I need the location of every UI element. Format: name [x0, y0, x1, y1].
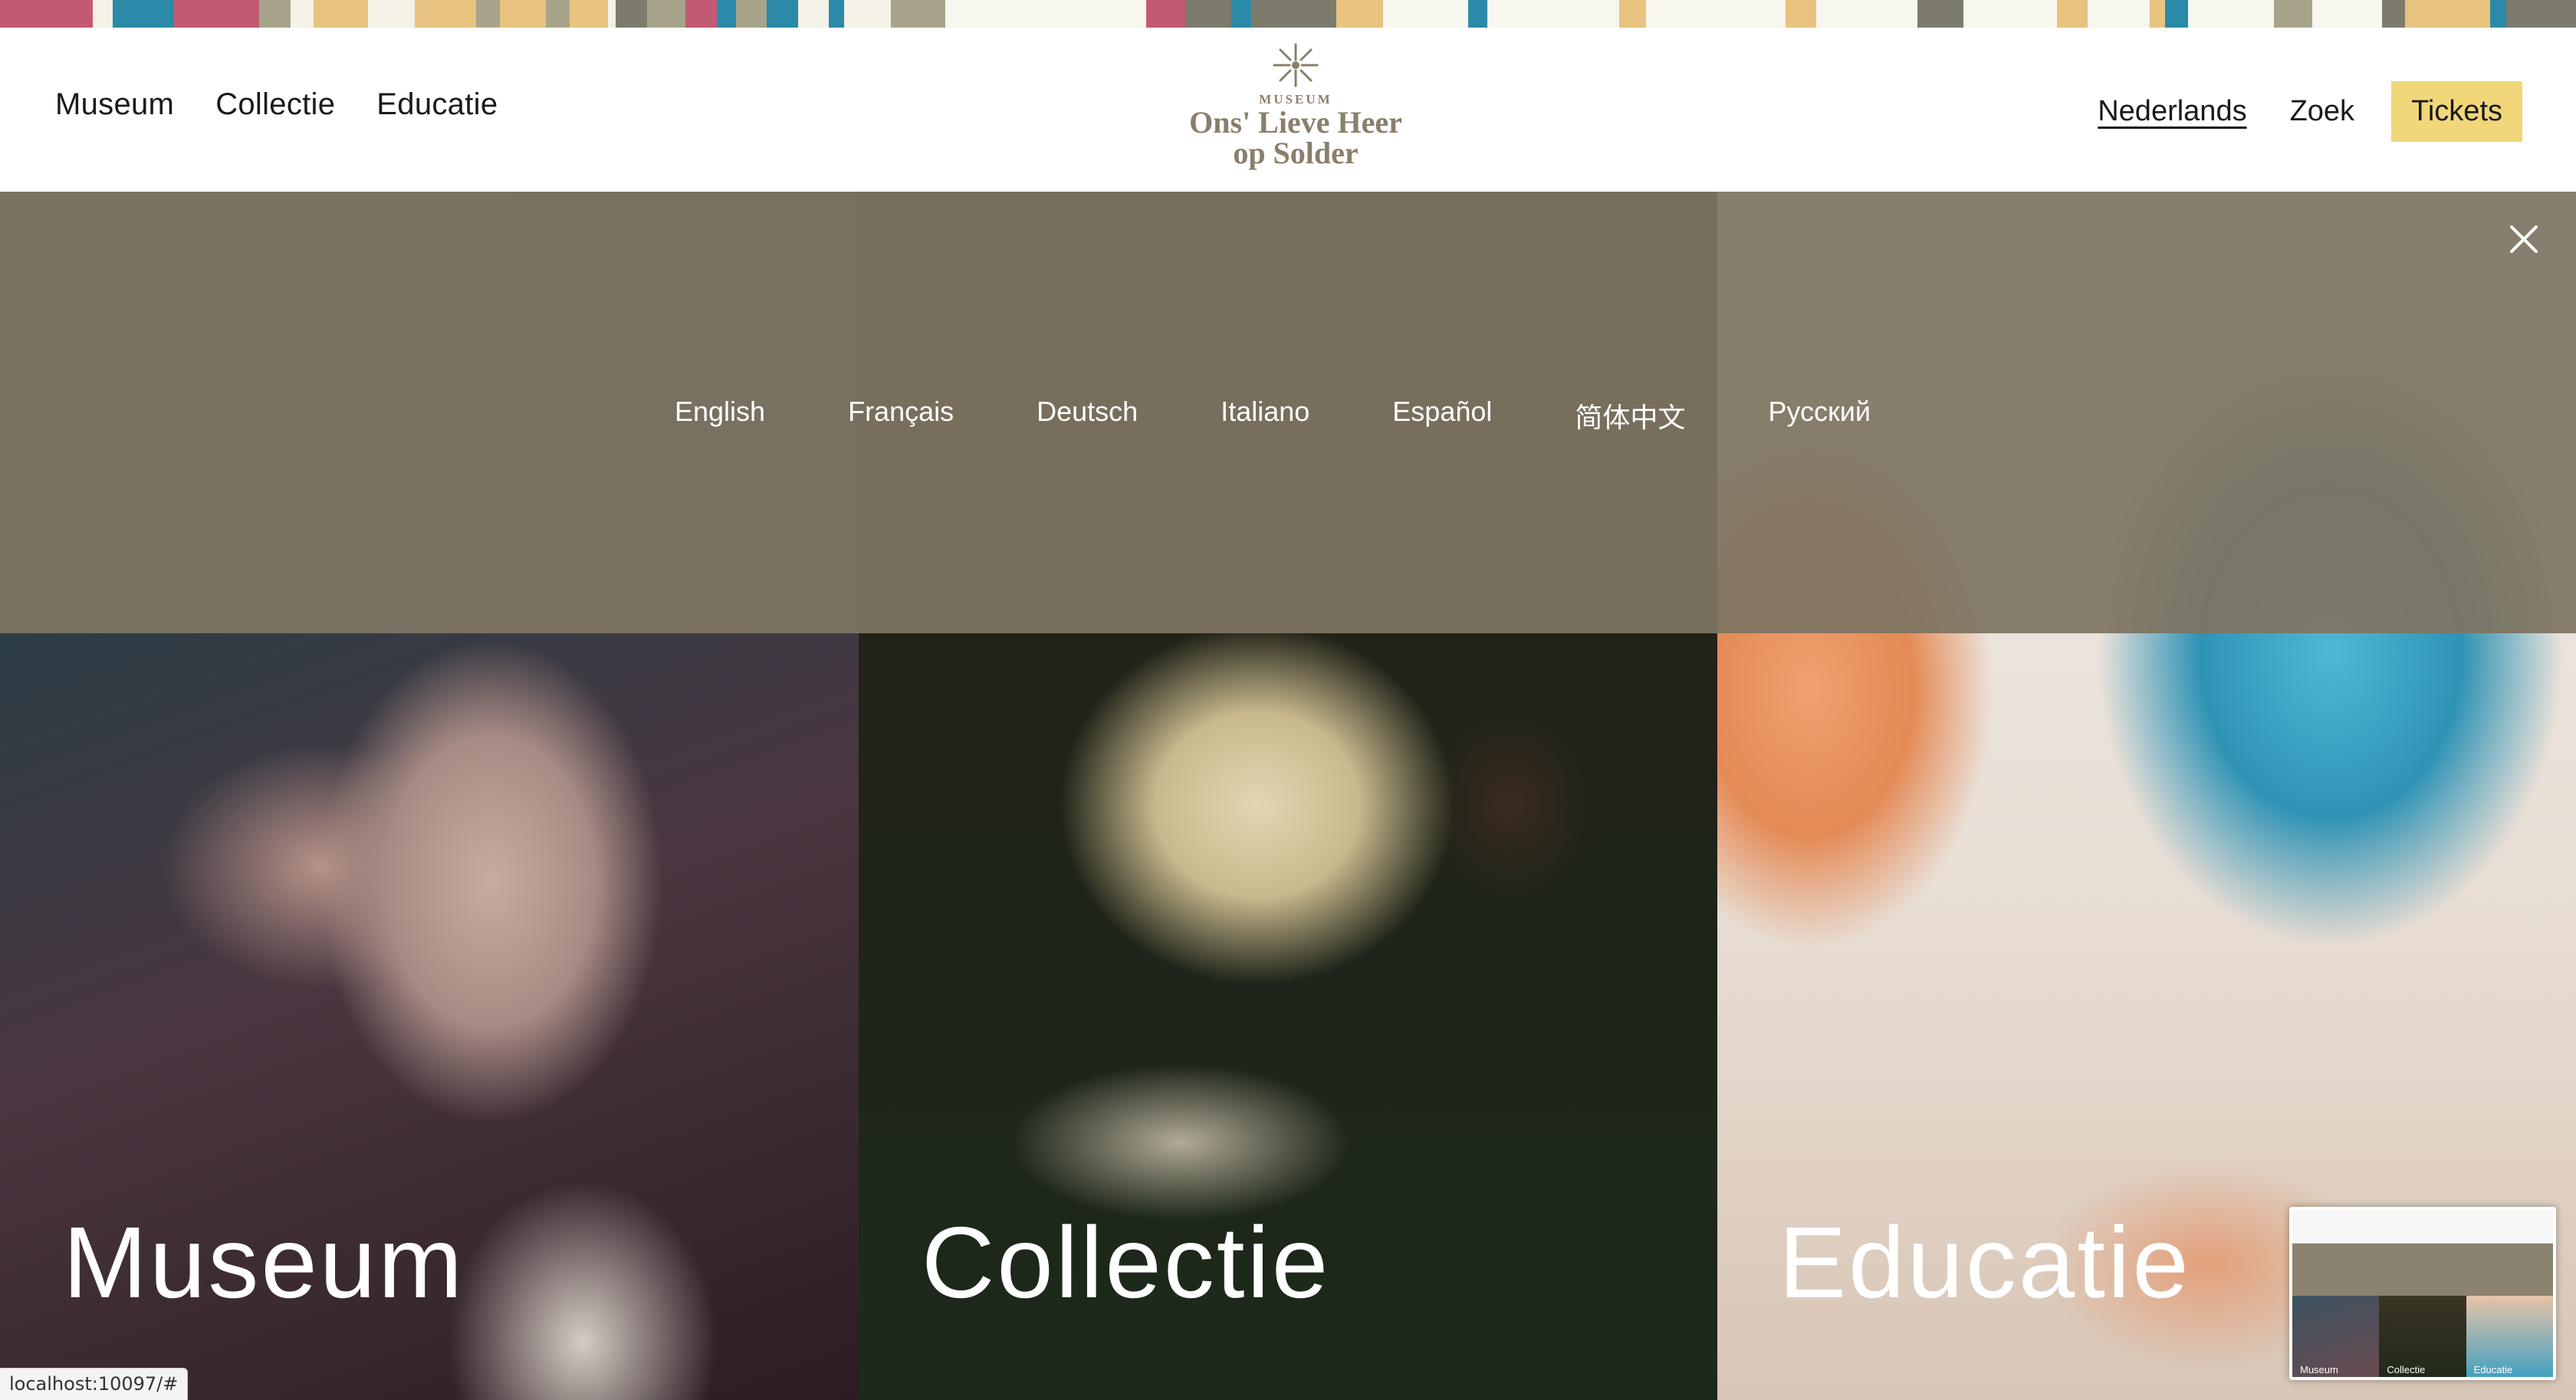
- collectie-panel-title: Collectie: [922, 1206, 1331, 1319]
- stripe-segment: [767, 0, 798, 28]
- thumbnail-panel: Museum: [2292, 1296, 2380, 1377]
- stripe-segment: [499, 0, 547, 28]
- stripe-segment: [1816, 0, 1917, 28]
- main-navigation: Museum Collectie Educatie: [55, 87, 498, 122]
- stripe-segment: [367, 0, 415, 28]
- logo-name-line1: Ons' Lieve Heer: [1189, 105, 1402, 140]
- stripe-segment: [616, 0, 647, 28]
- thumbnail-header: [2292, 1210, 2553, 1244]
- stripe-segment: [2312, 0, 2382, 28]
- stripe-segment: [1184, 0, 1232, 28]
- search-link[interactable]: Zoek: [2290, 95, 2354, 128]
- close-icon[interactable]: [2507, 222, 2541, 256]
- thumbnail-label: Educatie: [2473, 1364, 2513, 1375]
- stripe-segment: [2490, 0, 2506, 28]
- stripe-segment: [1785, 0, 1817, 28]
- stripe-segment: [716, 0, 736, 28]
- language-option-chinese[interactable]: 简体中文: [1575, 396, 1685, 435]
- museum-logo[interactable]: MUSEUM Ons' Lieve Heer op Solder: [1181, 38, 1411, 184]
- language-option-french[interactable]: Français: [848, 396, 954, 435]
- stripe-segment: [2088, 0, 2150, 28]
- stripe-segment: [1618, 0, 1647, 28]
- stripe-segment: [608, 0, 616, 28]
- thumbnail-panel: Collectie: [2379, 1296, 2466, 1377]
- language-overlay: English Français Deutsch Italiano Españo…: [0, 192, 2576, 633]
- stripe-segment: [93, 0, 113, 28]
- thumbnail-panels: Museum Collectie Educatie: [2292, 1296, 2553, 1377]
- language-option-spanish[interactable]: Español: [1392, 396, 1492, 435]
- stripe-segment: [685, 0, 717, 28]
- stripe-segment: [945, 0, 1147, 28]
- thumbnail-label: Museum: [2300, 1364, 2338, 1375]
- stripe-segment: [174, 0, 260, 28]
- stripe-segment: [414, 0, 477, 28]
- stripe-segment: [2273, 0, 2313, 28]
- stripe-segment: [1336, 0, 1383, 28]
- stripe-segment: [1487, 0, 1619, 28]
- stripe-segment: [259, 0, 291, 28]
- browser-status-url: localhost:10097/#: [0, 1368, 189, 1400]
- stripe-segment: [646, 0, 686, 28]
- decorative-stripe-bar: [0, 0, 2576, 28]
- stripe-segment: [2381, 0, 2406, 28]
- thumbnail-overlay-band: [2292, 1244, 2553, 1296]
- stripe-segment: [1146, 0, 1185, 28]
- site-header: Museum Collectie Educatie MUSEUM Ons' Li…: [0, 28, 2576, 192]
- stripe-segment: [1231, 0, 1251, 28]
- language-option-german[interactable]: Deutsch: [1037, 396, 1138, 435]
- stripe-segment: [797, 0, 830, 28]
- stripe-segment: [314, 0, 368, 28]
- stripe-segment: [0, 0, 94, 28]
- museum-panel-title: Museum: [63, 1206, 465, 1319]
- stripe-segment: [2188, 0, 2274, 28]
- stripe-segment: [476, 0, 500, 28]
- star-icon: [1273, 43, 1319, 87]
- stripe-segment: [1382, 0, 1468, 28]
- logo-name-line2: op Solder: [1233, 136, 1359, 170]
- stripe-segment: [1646, 0, 1786, 28]
- stripe-segment: [890, 0, 945, 28]
- language-switch-link[interactable]: Nederlands: [2098, 95, 2246, 128]
- stripe-segment: [2149, 0, 2166, 28]
- stripe-segment: [569, 0, 609, 28]
- header-actions: Nederlands Zoek Tickets: [2098, 81, 2522, 142]
- thumbnail-panel: Educatie: [2466, 1296, 2553, 1377]
- stripe-segment: [2405, 0, 2491, 28]
- nav-collectie-link[interactable]: Collectie: [215, 87, 335, 122]
- tickets-button[interactable]: Tickets: [2391, 81, 2522, 142]
- language-list: English Français Deutsch Italiano Españo…: [0, 396, 2576, 435]
- stripe-segment: [1250, 0, 1336, 28]
- stripe-segment: [1963, 0, 2057, 28]
- nav-educatie-link[interactable]: Educatie: [376, 87, 498, 122]
- stripe-segment: [735, 0, 767, 28]
- page-thumbnail-preview[interactable]: Museum Collectie Educatie: [2289, 1207, 2556, 1380]
- stripe-segment: [290, 0, 314, 28]
- stripe-segment: [1917, 0, 1964, 28]
- stripe-segment: [829, 0, 845, 28]
- language-option-russian[interactable]: Русский: [1768, 396, 1871, 435]
- stripe-segment: [844, 0, 891, 28]
- stripe-segment: [2505, 0, 2576, 28]
- nav-museum-link[interactable]: Museum: [55, 87, 174, 122]
- educatie-panel-title: Educatie: [1779, 1206, 2191, 1319]
- stripe-segment: [112, 0, 175, 28]
- thumbnail-label: Collectie: [2387, 1364, 2426, 1375]
- stripe-segment: [2165, 0, 2189, 28]
- stripe-segment: [546, 0, 570, 28]
- stripe-segment: [1467, 0, 1487, 28]
- language-option-english[interactable]: English: [675, 396, 765, 435]
- language-option-italian[interactable]: Italiano: [1221, 396, 1309, 435]
- stripe-segment: [2056, 0, 2088, 28]
